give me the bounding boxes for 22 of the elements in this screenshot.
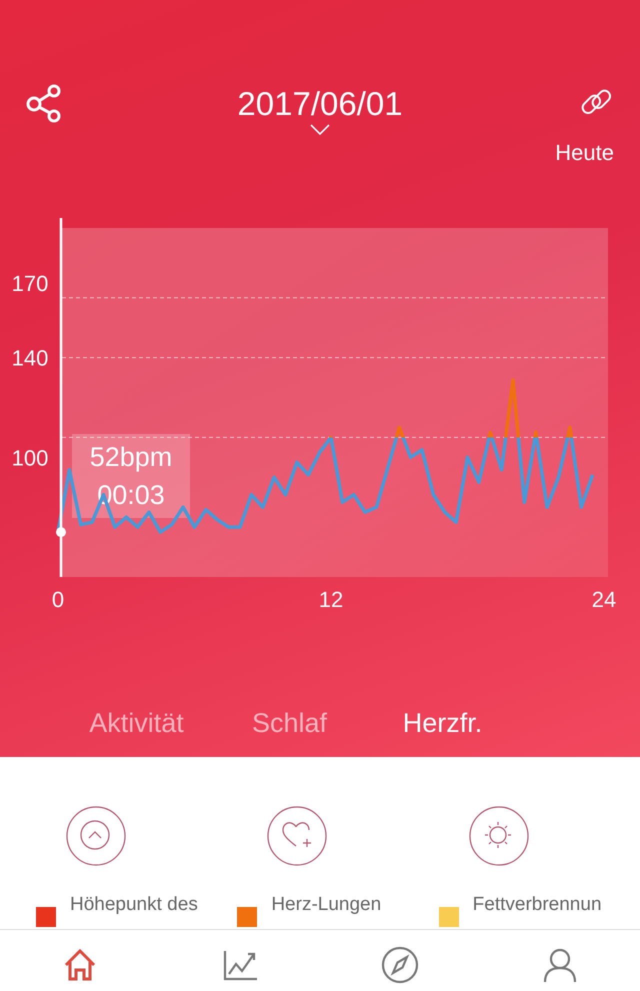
mode-tab[interactable]: Aktivität (60, 706, 213, 740)
axis-tick-label: 170 (12, 270, 48, 296)
date-title[interactable]: 2017/06/01 (237, 84, 403, 124)
zone-icon[interactable] (468, 806, 529, 866)
axis-tick-label: 12 (318, 587, 344, 612)
share-icon[interactable] (26, 84, 62, 124)
legend-label: Höhepunkt des (70, 894, 198, 916)
tooltip-time: 00:03 (96, 479, 166, 512)
legend-label: Fettverbrennun (472, 894, 602, 916)
discover-icon[interactable] (381, 946, 419, 984)
legend-label: Herz-Lungen (271, 894, 382, 916)
chevron-down-icon[interactable] (310, 124, 330, 136)
tooltip-value: 52bpm (88, 441, 174, 474)
zone-icon[interactable] (267, 806, 328, 866)
mode-tab[interactable]: Schlaf (213, 706, 366, 740)
today-link[interactable]: Heute (555, 140, 614, 166)
cursor-dot[interactable] (56, 527, 66, 538)
axis-tick-label: 100 (12, 445, 48, 470)
axis-tick-label: 0 (52, 587, 64, 612)
axis-tick-label: 140 (12, 346, 48, 371)
axis-tick-label: 24 (592, 587, 616, 612)
zone-icon[interactable] (66, 806, 126, 866)
